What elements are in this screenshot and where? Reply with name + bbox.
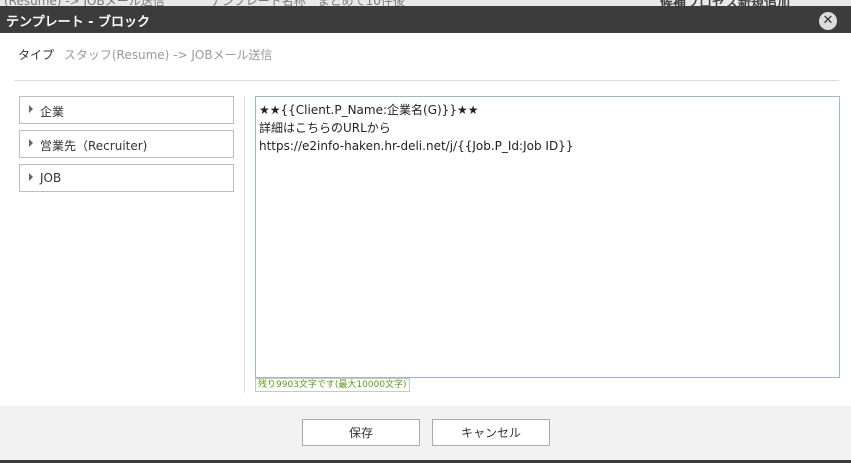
sidebar-item-job[interactable]: JOB bbox=[19, 164, 234, 192]
sidebar-item-recruiter[interactable]: 営業先（Recruiter) bbox=[19, 130, 234, 158]
dialog-titlebar: テンプレート - ブロック ✕ bbox=[0, 6, 851, 33]
save-button[interactable]: 保存 bbox=[302, 419, 420, 446]
chevron-right-icon bbox=[29, 173, 33, 181]
close-icon[interactable]: ✕ bbox=[819, 12, 837, 30]
chevron-right-icon bbox=[29, 139, 33, 147]
chevron-right-icon bbox=[29, 105, 33, 113]
sidebar-item-label: 企業 bbox=[40, 105, 65, 119]
divider bbox=[14, 80, 839, 81]
type-value: スタッフ(Resume) -> JOBメール送信 bbox=[63, 48, 273, 62]
field-sidebar: 企業 営業先（Recruiter) JOB bbox=[19, 96, 234, 198]
sidebar-item-company[interactable]: 企業 bbox=[19, 96, 234, 124]
cancel-button[interactable]: キャンセル bbox=[432, 419, 550, 446]
sidebar-item-label: JOB bbox=[40, 171, 62, 185]
type-label: タイプ bbox=[18, 48, 55, 62]
sidebar-item-label: 営業先（Recruiter) bbox=[40, 139, 148, 153]
character-counter: 残り9903文字です(最大10000文字) bbox=[255, 378, 410, 392]
dialog-footer: 保存 キャンセル bbox=[0, 406, 851, 460]
template-body-textarea[interactable]: ★★{{Client.P_Name:企業名(G)}}★★ 詳細はこちらのURLか… bbox=[255, 96, 840, 378]
template-block-dialog: テンプレート - ブロック ✕ タイプ スタッフ(Resume) -> JOBメ… bbox=[0, 6, 851, 460]
type-row: タイプ スタッフ(Resume) -> JOBメール送信 bbox=[18, 46, 273, 63]
dialog-title: テンプレート - ブロック bbox=[6, 15, 151, 30]
vertical-divider bbox=[244, 96, 245, 393]
